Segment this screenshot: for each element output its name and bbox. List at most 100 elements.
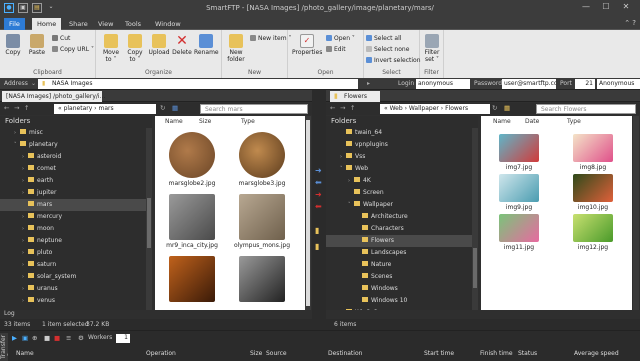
tree-item[interactable]: Windows [326,283,472,295]
tree-item[interactable]: › mercury [0,211,146,223]
tree-item[interactable]: ˅ planetary [0,139,146,151]
right-tree-scrollbar[interactable] [472,128,478,310]
scroll-thumb[interactable] [306,120,310,306]
new-folder-button[interactable]: New folder [224,34,248,63]
left-session-tab[interactable]: [NASA Images] /photo_gallery/i... [2,91,105,102]
sync-folder-icon[interactable]: ▮ [315,226,319,235]
dropdown-icon[interactable]: ⌄ [31,79,36,89]
select-none-button[interactable]: Select none [366,46,409,53]
forward-icon[interactable]: → [14,104,19,112]
save-icon[interactable]: ▣ [22,334,28,342]
left-search-input[interactable]: Search mars [200,104,308,114]
file-thumbnail[interactable]: img10.jpg [565,174,621,211]
rename-button[interactable]: Rename [194,34,219,56]
tab-home[interactable]: Home [32,18,62,30]
column-header-size[interactable]: Size [199,118,211,125]
paste-button[interactable]: Paste [26,34,48,56]
tree-item[interactable]: Characters [326,223,472,235]
tab-tools[interactable]: Tools [120,18,146,30]
file-thumbnail[interactable]: marsglobe3.jpg [231,132,293,187]
upload-button[interactable]: Upload [148,34,170,56]
mode-select[interactable]: Anonymous [597,79,640,89]
address-input[interactable]: NASA Images [38,79,358,89]
copy-url-button[interactable]: Copy URL ˅ [52,46,94,53]
back-icon[interactable]: ← [330,104,335,112]
port-input[interactable]: 21 [575,79,595,89]
options-icon[interactable]: ≡ [66,334,71,342]
file-thumbnail[interactable]: img7.jpg [491,134,547,171]
tree-item[interactable]: › venus [0,295,146,307]
tree-item[interactable]: Architecture [326,211,472,223]
tree-item[interactable]: Nature [326,259,472,271]
refresh-icon[interactable]: ↻ [492,104,497,112]
folder-view-icon[interactable]: ▦ [504,104,510,112]
column-header-type[interactable]: Type [241,118,255,125]
remove-icon[interactable]: ■ [54,334,60,342]
left-breadcrumb[interactable]: « planetary › mars [54,104,156,114]
tree-item[interactable]: ˅ Web [326,163,472,175]
select-all-button[interactable]: Select all [366,35,401,42]
file-thumbnail[interactable]: mr9_inca_city.jpg [161,194,223,249]
delete-transfer-icon[interactable]: ➜ [315,190,322,199]
column-header-type[interactable]: Type [567,118,581,125]
queue-column-finish-time[interactable]: Finish time [480,350,513,357]
view-icon[interactable]: ▦ [172,104,178,112]
refresh-icon[interactable]: ↻ [160,104,165,112]
tree-item[interactable]: › neptune [0,235,146,247]
workers-input[interactable]: 1 [116,334,130,343]
tree-item[interactable]: Flowers [326,235,472,247]
tree-item[interactable]: twain_64 [326,127,472,139]
tab-share[interactable]: Share [64,18,93,30]
tab-view[interactable]: View [93,18,118,30]
queue-column-size[interactable]: Size [250,350,262,357]
log-label[interactable]: Log [4,310,15,317]
tree-item[interactable]: › asteroid [0,151,146,163]
scroll-thumb[interactable] [147,198,151,248]
tree-item[interactable]: › comet [0,163,146,175]
file-thumbnail[interactable]: img11.jpg [491,214,547,251]
cut-button[interactable]: Cut [52,35,70,42]
compare-folder-icon[interactable]: ▮ [315,242,319,251]
tree-item[interactable]: Screen [326,187,472,199]
stop-transfer-icon[interactable]: ⬅ [315,202,322,211]
file-thumbnail[interactable]: img9.jpg [491,174,547,211]
tree-item[interactable]: › solar_system [0,271,146,283]
password-input[interactable]: user@smartftp.cor [502,79,556,89]
file-thumbnail[interactable]: olympus_mons.jpg [231,194,293,249]
forward-icon[interactable]: → [340,104,345,112]
queue-column-destination[interactable]: Destination [328,350,362,357]
left-tree-scrollbar[interactable] [146,128,152,310]
copy-to-button[interactable]: Copy to ˅ [124,34,146,63]
play-icon[interactable]: ▶ [12,334,17,342]
left-list-scrollbar[interactable] [305,116,311,310]
maximize-button[interactable]: ☐ [596,2,616,14]
tree-item[interactable]: › saturn [0,259,146,271]
tree-item[interactable]: › uranus [0,283,146,295]
column-header-name[interactable]: Name [165,118,183,125]
scroll-thumb[interactable] [473,248,477,288]
transfer-left-icon[interactable]: ⬅ [315,178,322,187]
column-header-date[interactable]: Date [525,118,539,125]
tree-item[interactable]: vpnplugins [326,139,472,151]
file-thumbnail[interactable]: marsglobe2.jpg [161,132,223,187]
back-icon[interactable]: ← [4,104,9,112]
add-icon[interactable]: ⊕ [32,334,37,342]
queue-column-start-time[interactable]: Start time [424,350,454,357]
file-thumbnail[interactable]: img8.jpg [565,134,621,171]
queue-column-status[interactable]: Status [518,350,537,357]
properties-button[interactable]: ✓ Properties [292,34,322,56]
right-search-input[interactable]: Search Flowers [536,104,636,114]
tree-item[interactable]: › Vss [326,151,472,163]
tree-item[interactable]: › 4K [326,175,472,187]
file-thumbnail[interactable]: img12.jpg [565,214,621,251]
transfer-queue-side-label[interactable]: Transfer Queue [0,333,8,361]
tree-item[interactable]: › jupiter [0,187,146,199]
queue-column-name[interactable]: Name [16,350,34,357]
filter-set-button[interactable]: Filter set ˅ [421,34,443,63]
close-button[interactable]: ✕ [616,2,636,14]
tree-item[interactable]: › earth [0,175,146,187]
queue-column-average-speed[interactable]: Average speed [574,350,619,357]
tree-item[interactable]: ˅ Wallpaper [326,199,472,211]
connect-icon[interactable]: ▸ [367,79,370,89]
move-to-button[interactable]: Move to ˅ [100,34,122,63]
